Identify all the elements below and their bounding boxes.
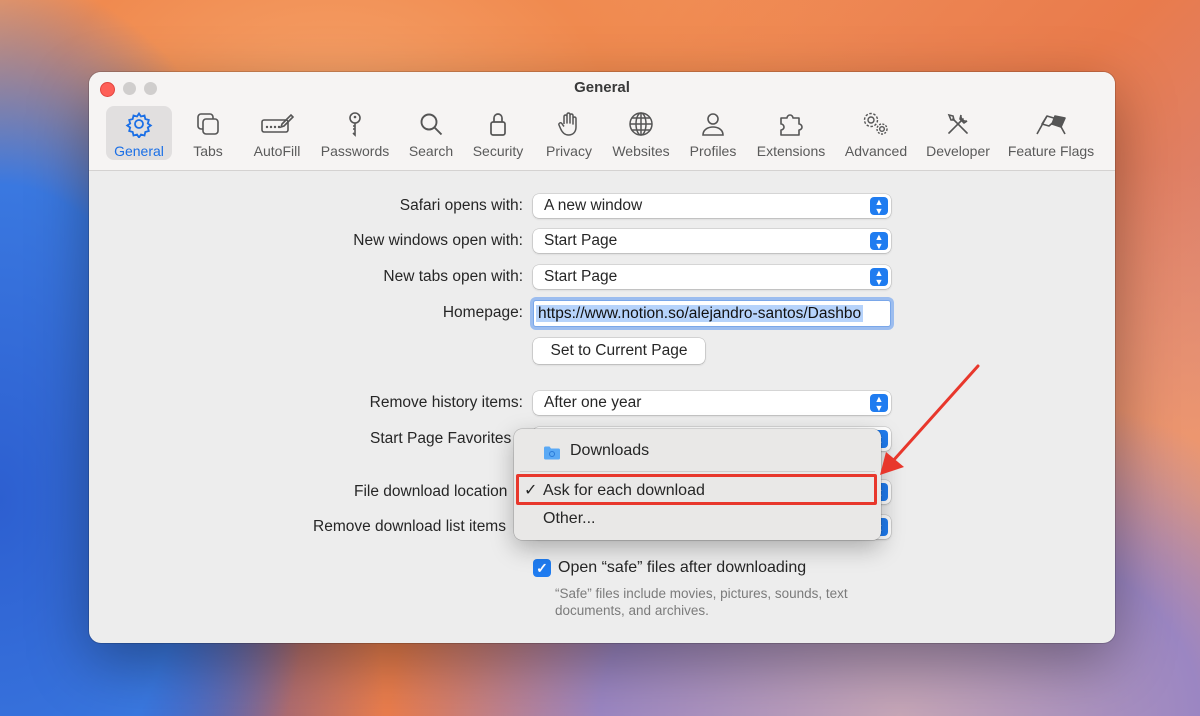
magnifier-icon	[405, 110, 457, 140]
safe-files-help-text: “Safe” files include movies, pictures, s…	[555, 586, 848, 618]
tab-websites[interactable]: Websites	[610, 106, 672, 160]
tab-privacy[interactable]: Privacy	[539, 106, 599, 160]
flags-icon	[1004, 110, 1098, 140]
menu-item-downloads[interactable]: Downloads	[514, 438, 881, 464]
new-tabs-popup[interactable]: Start Page ▲ ▼	[533, 265, 891, 289]
preferences-window: General General Tabs AutoFill Passwords …	[89, 72, 1115, 643]
tab-label: Feature Flags	[1007, 143, 1095, 159]
tab-label: Search	[408, 143, 454, 159]
lock-icon	[469, 110, 527, 140]
new-tabs-label: New tabs open with:	[383, 268, 523, 285]
open-safe-files-checkbox[interactable]: ✓	[533, 559, 551, 577]
chevron-updown-icon: ▲▼	[870, 197, 888, 216]
chevron-updown-icon: ▲▼	[870, 268, 888, 287]
chevron-updown-icon: ▲▼	[870, 394, 888, 413]
globe-icon	[610, 110, 672, 140]
annotation-highlight-box	[516, 474, 877, 505]
tab-label: General	[114, 143, 164, 159]
start-page-favorites-label: Start Page Favorites	[370, 430, 512, 447]
menu-item-other[interactable]: Other...	[514, 506, 881, 532]
tab-tabs[interactable]: Tabs	[183, 106, 233, 160]
tab-label: Developer	[926, 143, 990, 159]
popup-value: A new window	[544, 197, 643, 214]
menu-separator	[520, 471, 875, 472]
tab-label: Profiles	[689, 143, 737, 159]
key-icon	[319, 110, 391, 140]
tab-advanced[interactable]: Advanced	[842, 106, 910, 160]
safari-opens-with-popup[interactable]: A new window ▲ ▼	[533, 194, 891, 218]
tabs-icon	[183, 110, 233, 140]
tab-general[interactable]: General	[106, 106, 172, 160]
new-windows-popup[interactable]: Start Page ▲ ▼	[533, 229, 891, 253]
remove-history-popup[interactable]: After one year ▲ ▼	[533, 391, 891, 415]
popup-value: Start Page	[544, 232, 618, 249]
tab-label: Passwords	[320, 143, 390, 159]
general-settings-pane: Safari opens with: A new window ▲ ▼ New w…	[89, 171, 1115, 643]
tab-extensions[interactable]: Extensions	[753, 106, 829, 160]
gear-icon	[106, 110, 172, 140]
tab-label: Security	[472, 143, 524, 159]
titlebar: General General Tabs AutoFill Passwords …	[89, 72, 1115, 171]
hand-icon	[539, 110, 599, 140]
popup-value: Start Page	[544, 268, 618, 285]
homepage-label: Homepage:	[442, 304, 523, 321]
safari-opens-with-label: Safari opens with:	[399, 197, 523, 214]
remove-download-list-label: Remove download list items	[313, 518, 506, 535]
window-title: General	[574, 79, 630, 96]
gears-icon	[842, 110, 910, 140]
file-download-location-label: File download location	[354, 483, 508, 500]
tab-label: Tabs	[193, 143, 223, 159]
new-windows-label: New windows open with:	[353, 232, 523, 249]
tab-passwords[interactable]: Passwords	[319, 106, 391, 160]
tab-developer[interactable]: Developer	[923, 106, 993, 160]
tab-autofill[interactable]: AutoFill	[244, 106, 310, 160]
tools-icon	[923, 110, 993, 140]
preferences-toolbar: General Tabs AutoFill Passwords Search S…	[105, 106, 1099, 162]
popup-value: After one year	[544, 394, 642, 411]
tab-feature-flags[interactable]: Feature Flags	[1004, 106, 1098, 160]
tab-label: Websites	[612, 143, 670, 159]
tab-label: Extensions	[756, 143, 826, 159]
puzzle-icon	[753, 110, 829, 140]
person-icon	[685, 110, 741, 140]
homepage-field[interactable]: https://www.notion.so/alejandro-santos/D…	[533, 300, 891, 327]
remove-history-label: Remove history items:	[369, 394, 523, 411]
tab-search[interactable]: Search	[405, 106, 457, 160]
tab-label: Advanced	[844, 143, 908, 159]
set-to-current-page-button[interactable]: Set to Current Page	[533, 338, 705, 364]
chevron-updown-icon: ▲▼	[870, 232, 888, 251]
tab-label: Privacy	[546, 143, 592, 159]
tab-label: AutoFill	[253, 143, 301, 159]
folder-icon	[543, 443, 561, 460]
tab-profiles[interactable]: Profiles	[685, 106, 741, 160]
tab-security[interactable]: Security	[469, 106, 527, 160]
menu-item-label: Downloads	[570, 442, 650, 459]
autofill-icon	[244, 110, 310, 140]
homepage-value: https://www.notion.so/alejandro-santos/D…	[536, 305, 864, 322]
open-safe-files-label: Open “safe” files after downloading	[558, 559, 807, 576]
menu-item-label: Other...	[543, 510, 596, 527]
